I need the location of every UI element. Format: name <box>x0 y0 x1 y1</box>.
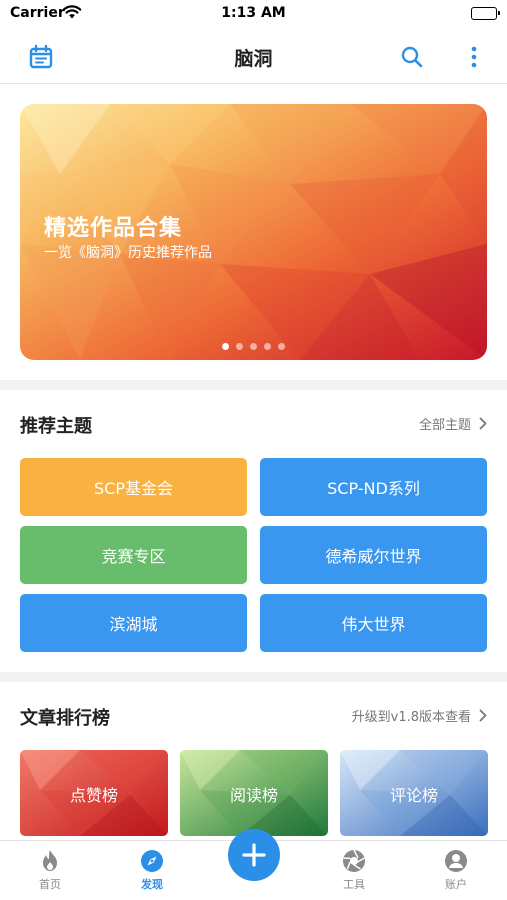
plus-icon <box>242 843 266 867</box>
article-ranking-section: 文章排行榜 升级到v1.8版本查看 点赞榜 阅读榜 评论榜 <box>0 682 507 840</box>
carousel-dot[interactable] <box>236 343 243 350</box>
tab-label: 首页 <box>39 878 61 891</box>
all-topics-link[interactable]: 全部主题 <box>419 414 487 433</box>
carousel-dots <box>20 343 487 350</box>
section-header: 推荐主题 全部主题 <box>20 412 487 437</box>
tab-label: 账户 <box>445 878 467 891</box>
search-icon[interactable] <box>395 40 429 74</box>
topic-button[interactable]: 滨湖城 <box>20 594 247 652</box>
topic-button[interactable]: SCP基金会 <box>20 458 247 516</box>
carousel-dot[interactable] <box>222 343 229 350</box>
ranking-card-reads[interactable]: 阅读榜 <box>180 750 328 836</box>
ranking-cards: 点赞榜 阅读榜 评论榜 <box>20 750 488 840</box>
chevron-right-icon <box>479 417 487 430</box>
tab-tools[interactable]: 工具 <box>324 849 384 899</box>
topic-button[interactable]: 伟大世界 <box>260 594 487 652</box>
tab-label: 发现 <box>141 878 163 891</box>
tab-discover[interactable]: 发现 <box>122 849 182 899</box>
ranking-card-comments[interactable]: 评论榜 <box>340 750 488 836</box>
ranking-card-label: 点赞榜 <box>69 786 118 805</box>
battery-icon <box>471 7 500 20</box>
more-vertical-icon[interactable] <box>457 40 491 74</box>
banner-subtitle: 一览《脑洞》历史推荐作品 <box>44 245 212 261</box>
flame-icon <box>43 850 57 871</box>
compass-icon <box>141 850 163 872</box>
section-title: 推荐主题 <box>20 416 92 437</box>
upgrade-link[interactable]: 升级到v1.8版本查看 <box>352 706 487 725</box>
banner-section: 精选作品合集 一览《脑洞》历史推荐作品 <box>0 84 507 380</box>
recommended-topics-section: 推荐主题 全部主题 SCP基金会 SCP-ND系列 竞赛专区 德希威尔世界 滨湖… <box>0 390 507 672</box>
section-header: 文章排行榜 升级到v1.8版本查看 <box>20 704 487 729</box>
all-topics-label: 全部主题 <box>418 418 471 433</box>
featured-banner[interactable]: 精选作品合集 一览《脑洞》历史推荐作品 <box>20 104 487 360</box>
topic-button[interactable]: 竞赛专区 <box>20 526 247 584</box>
clock: 1:13 AM <box>221 5 286 21</box>
carousel-dot[interactable] <box>278 343 285 350</box>
tab-home[interactable]: 首页 <box>20 849 80 899</box>
banner-title: 精选作品合集 <box>44 216 183 241</box>
chevron-right-icon <box>479 709 487 722</box>
status-bar: Carrier 1:13 AM <box>0 0 507 30</box>
nav-bar: 脑洞 <box>0 30 507 84</box>
carousel-dot[interactable] <box>264 343 271 350</box>
topic-button[interactable]: 德希威尔世界 <box>260 526 487 584</box>
user-icon <box>445 850 467 872</box>
carousel-dot[interactable] <box>250 343 257 350</box>
ranking-card-label: 评论榜 <box>389 786 438 805</box>
aperture-icon <box>343 849 365 872</box>
ranking-card-label: 阅读榜 <box>229 786 278 805</box>
ranking-card-likes[interactable]: 点赞榜 <box>20 750 168 836</box>
topic-button[interactable]: SCP-ND系列 <box>260 458 487 516</box>
section-title: 文章排行榜 <box>20 708 110 729</box>
upgrade-label: 升级到v1.8版本查看 <box>351 710 471 725</box>
tab-label: 工具 <box>343 878 365 891</box>
page-title: 脑洞 <box>234 48 273 70</box>
tab-account[interactable]: 账户 <box>426 849 486 899</box>
create-post-button[interactable] <box>228 829 280 881</box>
tab-bar: 首页 发现 工具 账户 <box>0 829 507 900</box>
